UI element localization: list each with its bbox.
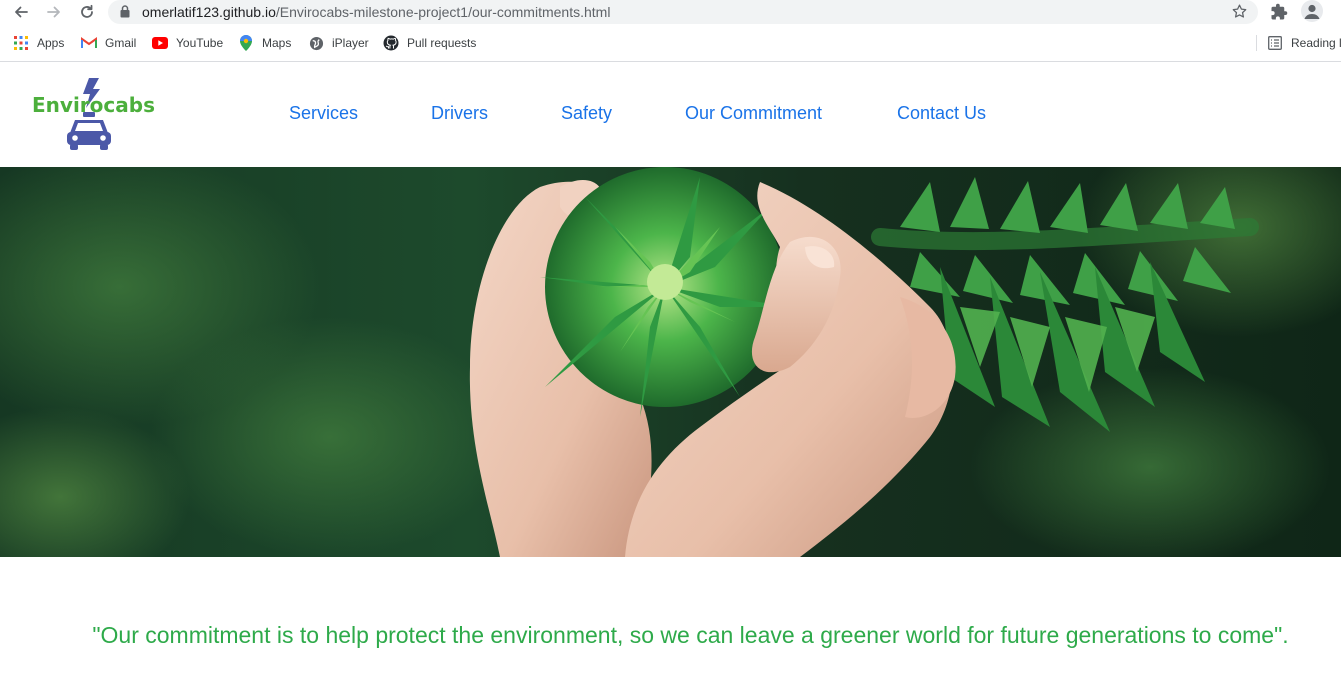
arrow-right-icon (47, 6, 60, 18)
profile-avatar[interactable] (1301, 0, 1323, 22)
back-button[interactable] (10, 2, 32, 22)
person-icon (1304, 4, 1320, 19)
reading-list-label: Reading li (1291, 36, 1341, 50)
taxi-car-icon (67, 112, 111, 150)
bookmark-apps[interactable]: Apps (13, 34, 64, 52)
bookmark-youtube[interactable]: YouTube (152, 34, 223, 52)
bookmarks-bar: Apps Gmail YouTube Maps iPlayer Pull req… (0, 30, 1341, 56)
site-header: Envirocabs Services Drivers Safety Our C… (0, 62, 1341, 167)
envirocabs-logo[interactable]: Envirocabs (32, 78, 155, 156)
forward-button[interactable] (43, 2, 65, 22)
bookmark-maps[interactable]: Maps (238, 34, 291, 52)
bookmark-iplayer[interactable]: iPlayer (308, 34, 369, 52)
bookmark-label: Pull requests (407, 36, 477, 50)
reading-list-button[interactable]: Reading li (1267, 34, 1341, 52)
url-path: /Envirocabs-milestone-project1/our-commi… (275, 4, 611, 20)
reading-list-icon (1267, 35, 1283, 51)
maps-pin-icon (238, 35, 254, 51)
nav-services-link[interactable]: Services (289, 103, 358, 124)
bookmark-star-icon[interactable] (1231, 3, 1248, 20)
commitment-quote: "Our commitment is to help protect the e… (92, 622, 1289, 648)
address-bar[interactable]: omerlatif123.github.io/Envirocabs-milest… (108, 0, 1258, 24)
arrow-left-icon (15, 6, 28, 18)
globe-icon (308, 35, 324, 51)
github-icon (383, 35, 399, 51)
bookmark-gmail[interactable]: Gmail (81, 34, 136, 52)
bookmark-label: Maps (262, 36, 292, 50)
extensions-puzzle-icon[interactable] (1270, 3, 1288, 21)
nav-our-commitment-link[interactable]: Our Commitment (685, 103, 822, 124)
url-host: omerlatif123.github.io (142, 4, 276, 20)
reload-button[interactable] (76, 2, 98, 22)
lock-icon (120, 5, 130, 18)
gmail-icon (81, 35, 97, 51)
url-text: omerlatif123.github.io/Envirocabs-milest… (142, 4, 610, 20)
nav-contact-us-link[interactable]: Contact Us (897, 103, 986, 124)
bookmark-label: YouTube (176, 36, 224, 50)
reload-icon (81, 4, 93, 18)
hero-image-hands-holding-plant (0, 167, 1341, 557)
browser-toolbar: omerlatif123.github.io/Envirocabs-milest… (0, 0, 1341, 25)
apps-grid-icon (13, 35, 29, 51)
bookmark-pull-requests[interactable]: Pull requests (383, 34, 476, 52)
bookmark-label: iPlayer (332, 36, 369, 50)
nav-safety-link[interactable]: Safety (561, 103, 612, 124)
bookmark-label: Gmail (105, 36, 137, 50)
bookmarks-divider (1256, 35, 1257, 51)
youtube-icon (152, 35, 168, 51)
nav-drivers-link[interactable]: Drivers (431, 103, 488, 124)
bookmark-label: Apps (37, 36, 65, 50)
